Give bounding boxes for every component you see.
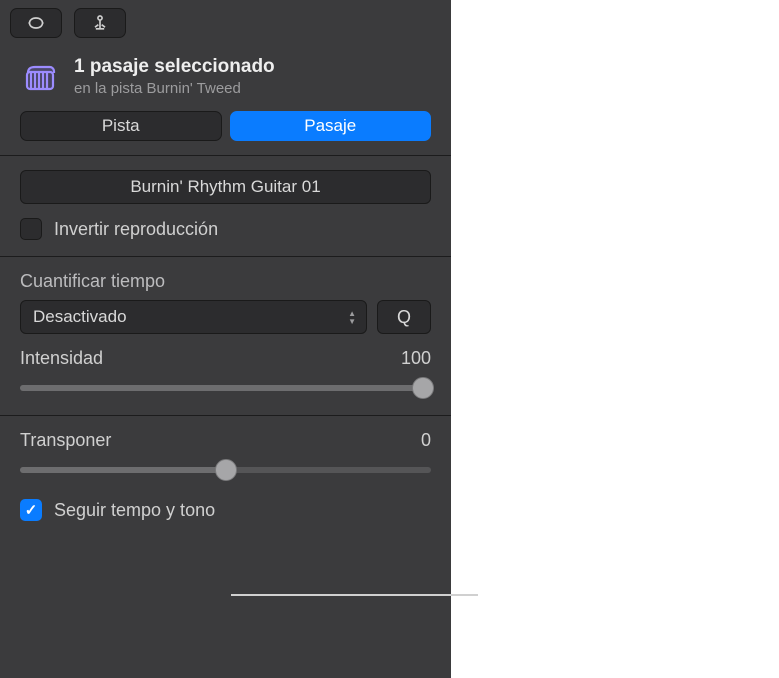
loop-icon bbox=[26, 13, 46, 33]
invert-playback-row[interactable]: Invertir reproducción bbox=[20, 218, 431, 240]
header-subtitle: en la pista Burnin' Tweed bbox=[74, 80, 275, 97]
quantize-section: Cuantificar tiempo Desactivado ▲▼ Q Inte… bbox=[0, 257, 451, 415]
slider-thumb[interactable] bbox=[215, 459, 237, 481]
intensity-slider[interactable] bbox=[20, 377, 431, 399]
invert-playback-label: Invertir reproducción bbox=[54, 219, 218, 240]
inspector-panel: 1 pasaje seleccionado en la pista Burnin… bbox=[0, 0, 451, 678]
quantize-label: Cuantificar tiempo bbox=[20, 271, 431, 292]
region-name-section: Burnin' Rhythm Guitar 01 Invertir reprod… bbox=[0, 156, 451, 256]
tuning-fork-icon bbox=[90, 13, 110, 33]
tab-region[interactable]: Pasaje bbox=[230, 111, 432, 141]
quantize-value: Desactivado bbox=[33, 307, 127, 327]
follow-tempo-row[interactable]: Seguir tempo y tono bbox=[20, 499, 431, 521]
quantize-select[interactable]: Desactivado ▲▼ bbox=[20, 300, 367, 334]
transpose-section: Transponer 0 Seguir tempo y tono bbox=[0, 416, 451, 537]
invert-playback-checkbox[interactable] bbox=[20, 218, 42, 240]
toolbar bbox=[0, 0, 451, 44]
slider-thumb[interactable] bbox=[412, 377, 434, 399]
follow-tempo-label: Seguir tempo y tono bbox=[54, 500, 215, 521]
region-header: 1 pasaje seleccionado en la pista Burnin… bbox=[0, 44, 451, 111]
transpose-slider[interactable] bbox=[20, 459, 431, 481]
header-title: 1 pasaje seleccionado bbox=[74, 56, 275, 78]
tab-track[interactable]: Pista bbox=[20, 111, 222, 141]
intensity-value: 100 bbox=[401, 348, 431, 369]
loop-browser-button[interactable] bbox=[10, 8, 62, 38]
tuning-fork-button[interactable] bbox=[74, 8, 126, 38]
apple-loop-icon bbox=[22, 59, 58, 95]
stepper-icon: ▲▼ bbox=[348, 310, 356, 325]
quantize-apply-button[interactable]: Q bbox=[377, 300, 431, 334]
region-name-field[interactable]: Burnin' Rhythm Guitar 01 bbox=[20, 170, 431, 204]
follow-tempo-checkbox[interactable] bbox=[20, 499, 42, 521]
callout-line bbox=[231, 594, 478, 596]
intensity-label: Intensidad bbox=[20, 348, 103, 369]
transpose-value: 0 bbox=[421, 430, 431, 451]
transpose-label: Transponer bbox=[20, 430, 111, 451]
track-region-tabs: Pista Pasaje bbox=[0, 111, 451, 155]
